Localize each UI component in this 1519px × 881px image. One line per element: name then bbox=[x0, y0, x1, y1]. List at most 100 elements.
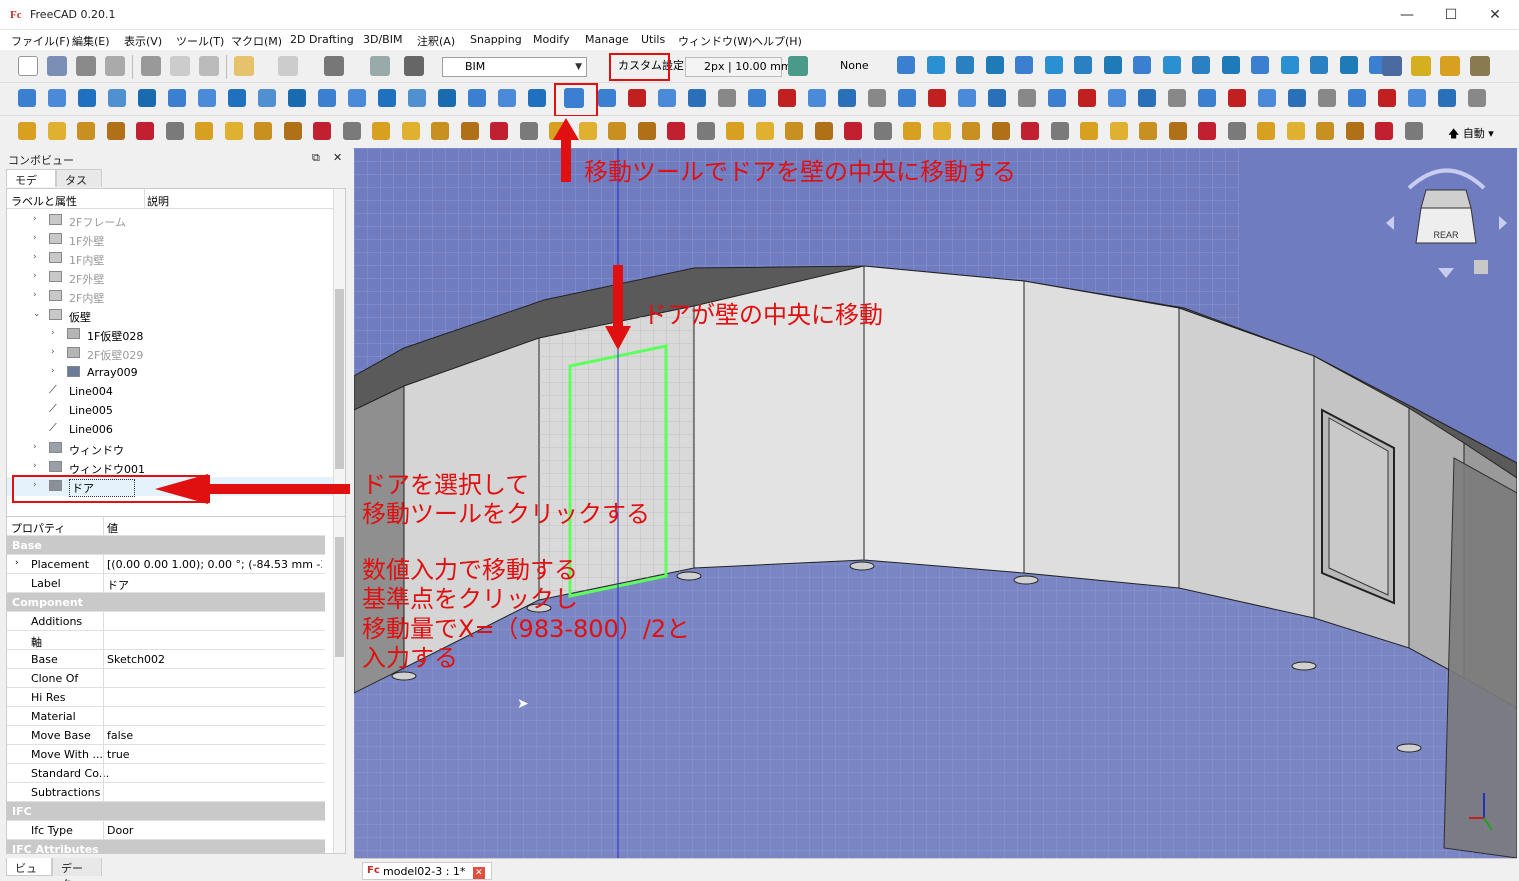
menu-view[interactable]: 表示(V) bbox=[124, 33, 162, 49]
modify-tool-icon[interactable] bbox=[958, 89, 976, 107]
property-group[interactable]: Base bbox=[7, 536, 325, 555]
modify-tool-icon[interactable] bbox=[988, 89, 1006, 107]
bim-tool-icon[interactable] bbox=[844, 122, 862, 140]
bim-tool-icon[interactable] bbox=[1286, 122, 1305, 140]
menu-snapping[interactable]: Snapping bbox=[470, 33, 522, 46]
chevron-right-icon[interactable]: › bbox=[33, 290, 37, 300]
view-tool-icon[interactable] bbox=[288, 89, 306, 107]
modify-tool-icon[interactable] bbox=[1348, 89, 1366, 107]
close-panel-icon[interactable]: ✕ bbox=[333, 151, 342, 164]
whats-this-icon[interactable] bbox=[404, 56, 424, 76]
tab-view[interactable]: ビュー bbox=[6, 858, 52, 881]
document-tab[interactable]: Fc model02-3 : 1* ✕ bbox=[362, 862, 492, 880]
bim-tool-icon[interactable] bbox=[490, 122, 508, 140]
modify-tool-icon[interactable] bbox=[808, 89, 826, 107]
shapestring-icon[interactable] bbox=[1440, 56, 1460, 76]
modify-tool-icon[interactable] bbox=[1168, 89, 1186, 107]
bim-tool-icon[interactable] bbox=[932, 122, 951, 140]
tree-item[interactable]: › 2F仮壁029 bbox=[7, 344, 335, 363]
property-value[interactable]: [(0.00 0.00 1.00); 0.00 °; (-84.53 mm -3… bbox=[107, 558, 322, 571]
bim-tool-icon[interactable] bbox=[1168, 122, 1187, 140]
modify-tool-icon[interactable] bbox=[928, 89, 946, 107]
modify-tool-icon[interactable] bbox=[658, 89, 676, 107]
bim-tool-icon[interactable] bbox=[549, 122, 567, 140]
redo-icon[interactable] bbox=[278, 56, 298, 76]
view-tool-icon[interactable] bbox=[318, 89, 336, 107]
tab-data[interactable]: データ bbox=[52, 858, 102, 881]
snap-none-button[interactable]: None bbox=[822, 57, 882, 77]
close-button[interactable]: ✕ bbox=[1480, 4, 1510, 26]
view-tool-icon[interactable] bbox=[18, 89, 36, 107]
chevron-right-icon[interactable]: › bbox=[33, 271, 37, 281]
bim-tool-icon[interactable] bbox=[755, 122, 774, 140]
bim-tool-icon[interactable] bbox=[1345, 122, 1364, 140]
tree-item[interactable]: › Array009 bbox=[7, 363, 335, 382]
modify-tool-icon[interactable] bbox=[778, 89, 796, 107]
bim-tool-icon[interactable] bbox=[136, 122, 154, 140]
bim-tool-icon[interactable] bbox=[106, 122, 125, 140]
line-style-button[interactable]: 2px | 10.00 mm bbox=[685, 57, 792, 77]
bim-tool-icon[interactable] bbox=[1316, 122, 1334, 140]
bim-tool-icon[interactable] bbox=[1227, 122, 1246, 140]
tab-task[interactable]: タスク bbox=[56, 169, 102, 203]
menu-tools[interactable]: ツール(T) bbox=[176, 33, 224, 49]
bim-tool-icon[interactable] bbox=[1375, 122, 1393, 140]
view-tool-icon[interactable] bbox=[408, 89, 426, 107]
snap-tool-icon[interactable] bbox=[1192, 56, 1210, 74]
menu-2d-drafting[interactable]: 2D Drafting bbox=[290, 33, 354, 46]
property-value[interactable]: ドア bbox=[107, 577, 322, 593]
menu-macro[interactable]: マクロ(M) bbox=[231, 33, 282, 49]
chevron-down-icon[interactable]: ⌄ bbox=[33, 309, 41, 319]
snap-tool-icon[interactable] bbox=[1162, 56, 1181, 74]
snap-tool-icon[interactable] bbox=[897, 56, 915, 74]
property-row[interactable]: Label ドア bbox=[7, 574, 325, 593]
chevron-right-icon[interactable]: › bbox=[33, 214, 37, 224]
pipette-icon[interactable] bbox=[1470, 56, 1490, 76]
property-row[interactable]: Standard Co... bbox=[7, 764, 325, 783]
view-tool-icon[interactable] bbox=[438, 89, 456, 107]
bim-tool-icon[interactable] bbox=[342, 122, 361, 140]
modify-tool-icon[interactable] bbox=[838, 89, 856, 107]
bim-tool-icon[interactable] bbox=[785, 122, 803, 140]
chevron-right-icon[interactable]: › bbox=[33, 252, 37, 262]
paste-icon[interactable] bbox=[199, 56, 219, 76]
snap-tool-icon[interactable] bbox=[1339, 56, 1358, 74]
tree-item[interactable]: › 2Fフレーム bbox=[7, 211, 335, 230]
bim-tool-icon[interactable] bbox=[1404, 122, 1423, 140]
snap-tool-icon[interactable] bbox=[1044, 56, 1063, 74]
modify-tool-icon[interactable] bbox=[718, 89, 736, 107]
modify-tool-icon[interactable] bbox=[1138, 89, 1156, 107]
auto-working-plane-button[interactable]: 🡅 自動 ▾ bbox=[1448, 125, 1494, 144]
modify-tool-icon[interactable] bbox=[1078, 89, 1096, 107]
recompute-check-icon[interactable] bbox=[324, 56, 344, 76]
modify-tool-icon[interactable] bbox=[1318, 89, 1336, 107]
close-tab-icon[interactable]: ✕ bbox=[472, 867, 485, 879]
print-icon[interactable] bbox=[105, 56, 125, 76]
bim-tool-icon[interactable] bbox=[814, 122, 833, 140]
menu-modify[interactable]: Modify bbox=[533, 33, 569, 46]
chevron-right-icon[interactable]: › bbox=[15, 558, 19, 568]
property-group[interactable]: IFC Attributes bbox=[7, 840, 325, 853]
bim-tool-icon[interactable] bbox=[401, 122, 420, 140]
bim-tool-icon[interactable] bbox=[903, 122, 921, 140]
property-row[interactable]: 軸 bbox=[7, 631, 325, 650]
property-row[interactable]: Hi Res bbox=[7, 688, 325, 707]
bim-tool-icon[interactable] bbox=[1050, 122, 1069, 140]
view-tool-icon[interactable] bbox=[138, 89, 156, 107]
bim-tool-icon[interactable] bbox=[726, 122, 744, 140]
tree-item[interactable]: › 1F仮壁028 bbox=[7, 325, 335, 344]
bim-tool-icon[interactable] bbox=[608, 122, 626, 140]
maximize-button[interactable]: ☐ bbox=[1436, 4, 1466, 26]
tree-item[interactable]: › 1F外壁 bbox=[7, 230, 335, 249]
bim-tool-icon[interactable] bbox=[637, 122, 656, 140]
bim-tool-icon[interactable] bbox=[18, 122, 36, 140]
view-tool-icon[interactable] bbox=[348, 89, 366, 107]
modify-tool-icon[interactable] bbox=[1288, 89, 1306, 107]
chevron-right-icon[interactable]: › bbox=[33, 461, 37, 471]
view-tool-icon[interactable] bbox=[468, 89, 486, 107]
props-scrollbar[interactable] bbox=[333, 517, 345, 853]
bim-tool-icon[interactable] bbox=[460, 122, 479, 140]
text-icon[interactable] bbox=[1411, 56, 1431, 76]
modify-tool-icon[interactable] bbox=[1048, 89, 1066, 107]
modify-tool-icon[interactable] bbox=[898, 89, 916, 107]
